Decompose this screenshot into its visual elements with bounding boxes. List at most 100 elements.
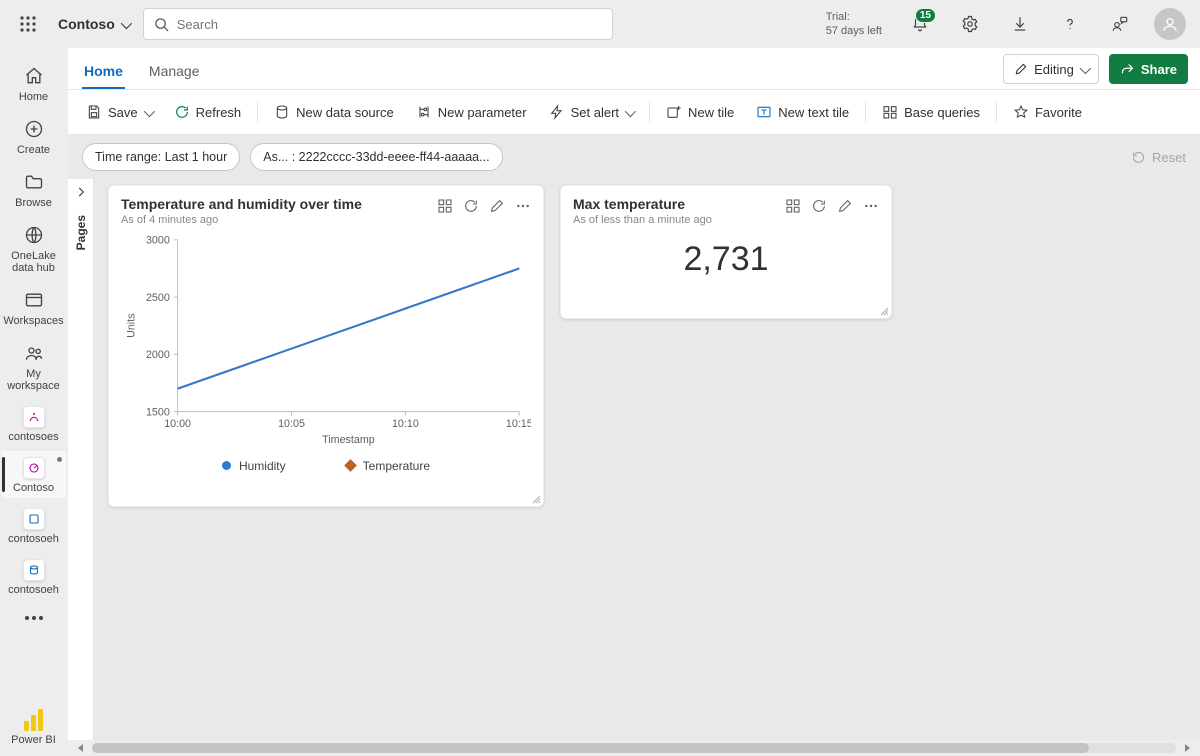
tile-max-temperature[interactable]: Max temperature As of less than a minute… <box>560 185 892 319</box>
cmd-new-tile[interactable]: New tile <box>658 96 742 128</box>
temperature-swatch-icon <box>344 459 357 472</box>
nav-onelake[interactable]: OneLake data hub <box>2 217 66 278</box>
question-icon <box>1061 15 1079 33</box>
resize-handle-icon[interactable] <box>531 494 541 504</box>
svg-text:10:15: 10:15 <box>506 418 531 430</box>
nav-workspaces[interactable]: Workspaces <box>2 282 66 331</box>
tab-manage[interactable]: Manage <box>147 53 202 89</box>
account-button[interactable] <box>1152 6 1188 42</box>
refresh-tile-icon[interactable] <box>811 198 827 214</box>
nav-more-button[interactable] <box>22 616 46 620</box>
tile-subtitle: As of 4 minutes ago <box>121 214 429 226</box>
horizontal-scrollbar[interactable] <box>68 740 1200 756</box>
edit-tile-icon[interactable] <box>837 198 853 214</box>
nav-powerbi[interactable]: Power BI <box>2 701 66 756</box>
legend-label: Temperature <box>363 459 430 473</box>
separator <box>649 101 650 123</box>
scroll-left-button[interactable] <box>74 741 88 755</box>
explore-data-icon[interactable] <box>437 198 453 214</box>
reset-label: Reset <box>1152 150 1186 165</box>
cmd-label: New text tile <box>778 105 849 120</box>
tile-title: Max temperature <box>573 196 777 212</box>
chevron-down-icon <box>121 16 129 32</box>
mode-editing-button[interactable]: Editing <box>1003 54 1099 84</box>
reset-button[interactable]: Reset <box>1131 150 1186 165</box>
download-button[interactable] <box>1002 6 1038 42</box>
svg-text:2500: 2500 <box>146 292 170 304</box>
cmd-save[interactable]: Save <box>78 96 160 128</box>
scroll-track[interactable] <box>92 743 1176 753</box>
expand-pages-button[interactable] <box>74 185 88 199</box>
plus-circle-icon <box>24 119 44 139</box>
notification-badge: 15 <box>915 8 936 23</box>
chart-area: 150020002500300010:0010:0510:1010:15Time… <box>109 226 543 455</box>
person-feedback-icon <box>1111 15 1129 33</box>
tile-plus-icon <box>666 104 682 120</box>
search-icon <box>154 17 169 32</box>
separator <box>865 101 866 123</box>
edit-tile-icon[interactable] <box>489 198 505 214</box>
legend-label: Humidity <box>239 459 286 473</box>
separator <box>996 101 997 123</box>
nav-item-contosoes[interactable]: contosoes <box>2 400 66 447</box>
nav-home[interactable]: Home <box>2 58 66 107</box>
nav-item-contosoeh-2[interactable]: contosoeh <box>2 553 66 600</box>
trial-remaining: 57 days left <box>826 24 882 38</box>
triangle-left-icon <box>77 744 85 752</box>
cmd-set-alert[interactable]: Set alert <box>541 96 641 128</box>
explore-data-icon[interactable] <box>785 198 801 214</box>
tab-home[interactable]: Home <box>82 53 125 89</box>
cmd-refresh[interactable]: Refresh <box>166 96 250 128</box>
nav-item-contoso[interactable]: Contoso <box>2 451 66 498</box>
cmd-new-text-tile[interactable]: New text tile <box>748 96 857 128</box>
notifications-button[interactable]: 15 <box>902 6 938 42</box>
more-icon[interactable] <box>515 198 531 214</box>
tile-temperature-humidity[interactable]: Temperature and humidity over time As of… <box>108 185 544 507</box>
nav-create[interactable]: Create <box>2 111 66 160</box>
pages-pane-collapsed: Pages <box>68 179 94 740</box>
nav-label: contosoeh <box>8 584 59 596</box>
gear-icon <box>961 15 979 33</box>
refresh-tile-icon[interactable] <box>463 198 479 214</box>
scroll-right-button[interactable] <box>1180 741 1194 755</box>
queries-icon <box>882 104 898 120</box>
filter-time-range[interactable]: Time range: Last 1 hour <box>82 143 240 171</box>
parameter-icon <box>416 104 432 120</box>
app-launcher-button[interactable] <box>12 8 44 40</box>
nav-my-workspace[interactable]: My workspace <box>2 335 66 396</box>
filter-asset[interactable]: As... : 2222cccc-33dd-eeee-ff44-aaaaa... <box>250 143 502 171</box>
cmd-label: Favorite <box>1035 105 1082 120</box>
cmd-new-data-source[interactable]: New data source <box>266 96 402 128</box>
help-button[interactable] <box>1052 6 1088 42</box>
svg-text:2000: 2000 <box>146 349 170 361</box>
search-input[interactable] <box>177 17 602 32</box>
more-icon[interactable] <box>863 198 879 214</box>
svg-text:10:10: 10:10 <box>392 418 419 430</box>
separator <box>257 101 258 123</box>
workspace-switcher[interactable]: Contoso <box>58 16 129 32</box>
dashboard-canvas[interactable]: Temperature and humidity over time As of… <box>94 179 1200 740</box>
nav-label: contosoes <box>8 431 58 443</box>
legend-temperature[interactable]: Temperature <box>346 459 430 473</box>
nav-item-contosoeh-1[interactable]: contosoeh <box>2 502 66 549</box>
share-label: Share <box>1141 62 1177 77</box>
svg-text:Units: Units <box>126 313 138 337</box>
svg-text:10:00: 10:00 <box>164 418 191 430</box>
cmd-label: Base queries <box>904 105 980 120</box>
top-header: Contoso Trial: 57 days left 15 <box>0 0 1200 48</box>
nav-browse[interactable]: Browse <box>2 164 66 213</box>
settings-button[interactable] <box>952 6 988 42</box>
search-box[interactable] <box>143 8 613 40</box>
legend-humidity[interactable]: Humidity <box>222 459 286 473</box>
svg-text:Timestamp: Timestamp <box>322 434 375 446</box>
mode-label: Editing <box>1034 62 1074 77</box>
pencil-icon <box>1014 62 1028 76</box>
resize-handle-icon[interactable] <box>879 306 889 316</box>
feedback-button[interactable] <box>1102 6 1138 42</box>
cmd-base-queries[interactable]: Base queries <box>874 96 988 128</box>
eventhouse-artifact-icon <box>23 508 45 530</box>
cmd-favorite[interactable]: Favorite <box>1005 96 1090 128</box>
share-button[interactable]: Share <box>1109 54 1188 84</box>
cmd-new-parameter[interactable]: New parameter <box>408 96 535 128</box>
scroll-thumb[interactable] <box>92 743 1089 753</box>
